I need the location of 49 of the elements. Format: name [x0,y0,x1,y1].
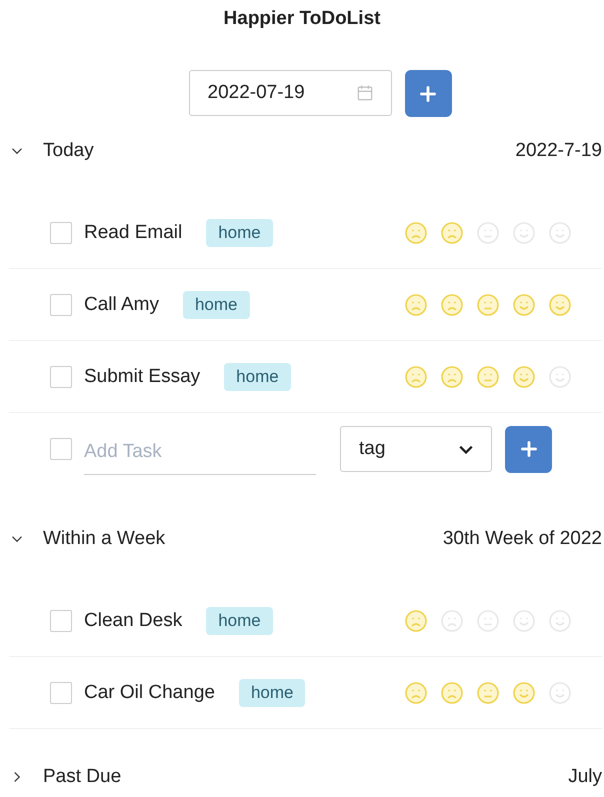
section-title[interactable]: Past Due [43,766,568,788]
sad-face-icon[interactable] [440,220,464,244]
mood-rating[interactable] [404,292,572,316]
tag-dropdown[interactable]: tag [340,426,492,472]
sad-face-icon[interactable] [404,608,428,632]
date-field[interactable]: 2022-07-19 [188,70,392,116]
mood-rating[interactable] [404,220,572,244]
section-date: July [568,766,602,788]
sad-face-icon[interactable] [440,680,464,704]
mood-rating[interactable] [404,608,572,632]
mood-rating[interactable] [404,364,572,388]
caret-icon [459,444,473,454]
smiley-face-icon[interactable] [512,680,536,704]
sad-face-icon[interactable] [440,292,464,316]
sad-face-icon[interactable] [404,364,428,388]
app-title: Happier ToDoList [222,7,382,31]
checkbox[interactable] [50,438,72,460]
sad-face-icon[interactable] [404,292,428,316]
tag-label: home [238,678,306,706]
section-date: 2022-7-19 [515,140,602,162]
smiley-face-icon[interactable] [512,292,536,316]
section-title[interactable]: Today [43,140,516,162]
checkbox[interactable] [50,610,72,632]
neutral-face-icon[interactable] [476,680,500,704]
add-button[interactable] [404,70,452,117]
section-title[interactable]: Within a Week [43,528,443,550]
sad-face-icon[interactable] [440,364,464,388]
neutral-face-icon[interactable] [476,292,500,316]
add-task-button[interactable] [505,426,552,472]
checkbox[interactable] [50,366,72,388]
task-title: Car Oil Change [84,682,215,704]
sad-face-icon[interactable] [404,220,428,244]
tag-label: home [206,218,273,246]
tag-label: home [182,290,250,318]
task-title: Clean Desk [84,610,182,632]
section-date: 30th Week of 2022 [442,528,602,550]
smiley-face-icon[interactable] [548,292,572,316]
neutral-face-icon[interactable] [476,364,500,388]
smiley-face-icon[interactable] [512,364,536,388]
mood-rating[interactable] [404,680,572,704]
sad-face-icon[interactable] [404,680,428,704]
checkbox[interactable] [50,294,72,316]
task-title: Submit Essay [84,366,200,388]
tag-label: home [206,606,273,634]
task-title: Call Amy [84,294,159,316]
tag-label: home [224,362,291,390]
task-title: Read Email [84,222,182,244]
checkbox[interactable] [50,682,72,704]
checkbox[interactable] [50,222,72,244]
